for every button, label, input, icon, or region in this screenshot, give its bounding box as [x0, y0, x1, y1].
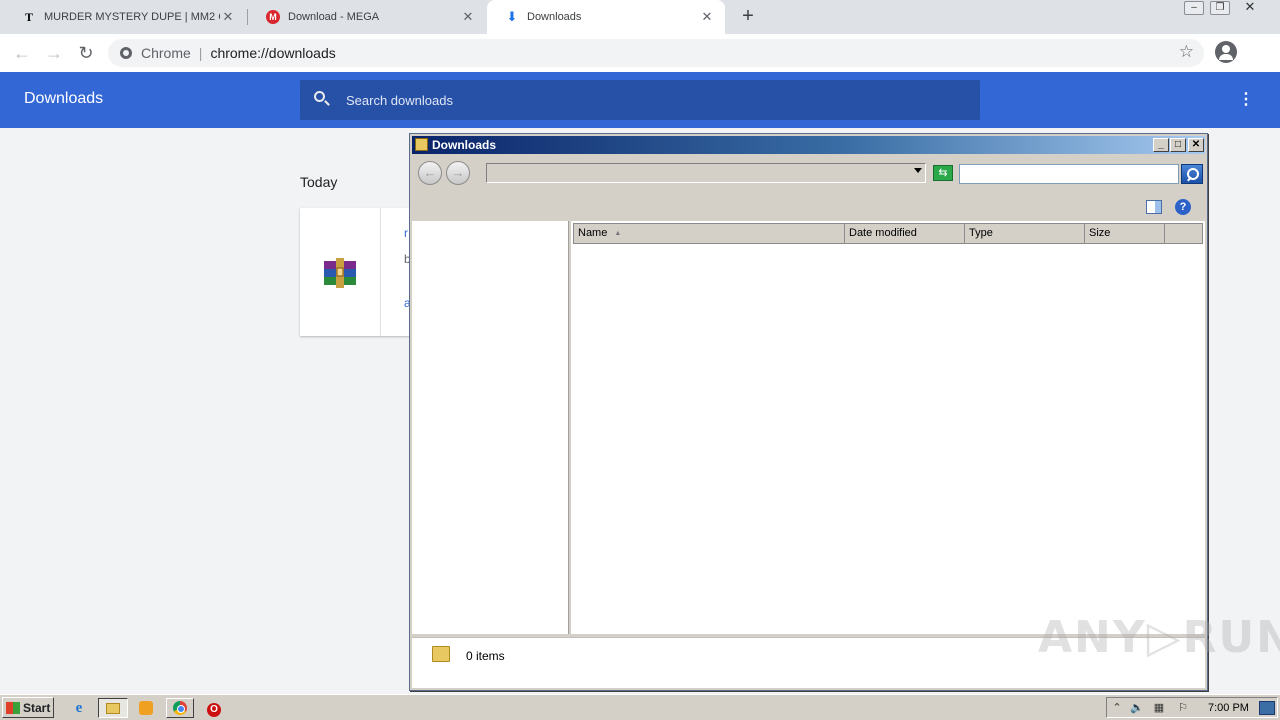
preview-pane-icon[interactable] [1146, 200, 1162, 214]
back-icon[interactable]: ← [418, 161, 442, 185]
column-header-date-modified[interactable]: Date modified [845, 224, 965, 243]
opera-icon[interactable]: O [203, 698, 225, 718]
explorer-title: Downloads [432, 138, 497, 152]
chrome-page-icon [120, 47, 132, 59]
toolbar-edge [1270, 34, 1280, 72]
back-icon[interactable]: ← [9, 40, 35, 66]
action-center-flag-icon[interactable]: ⚐ [1175, 700, 1191, 716]
tab-title: MURDER MYSTERY DUPE | MM2 CHE [44, 11, 220, 23]
start-label: Start [23, 700, 51, 715]
folder-icon [415, 138, 428, 151]
explorer-command-bar: ? [412, 190, 1205, 220]
explorer-nav-bar: ← → ⇆ [412, 155, 1205, 189]
column-label: Date modified [849, 227, 917, 239]
explorer-taskbar-icon[interactable] [98, 698, 128, 718]
tab-murder-mystery[interactable]: T MURDER MYSTERY DUPE | MM2 CHE ✕ [4, 0, 246, 34]
tab-title: Download - MEGA [288, 11, 380, 23]
address-dropdown-icon[interactable] [914, 168, 922, 173]
profile-avatar-icon[interactable] [1215, 41, 1237, 63]
internet-explorer-icon[interactable]: e [68, 698, 90, 718]
network-icon[interactable]: ▦ [1151, 700, 1167, 716]
reload-icon[interactable]: ↻ [73, 40, 99, 66]
windows-logo-icon [6, 701, 20, 714]
close-button[interactable]: ✕ [1188, 138, 1204, 152]
address-bar[interactable]: Chrome | chrome://downloads ☆ [108, 39, 1204, 67]
column-header-size[interactable]: Size [1085, 224, 1165, 243]
explorer-title-bar[interactable]: Downloads _ □ ✕ [412, 136, 1205, 154]
minimize-button[interactable]: _ [1153, 138, 1169, 152]
tab-downloads[interactable]: ⬇ Downloads ✕ [487, 0, 725, 34]
search-box[interactable] [300, 80, 980, 120]
maximize-button[interactable]: □ [1170, 138, 1186, 152]
mega-icon: M [266, 10, 280, 24]
omnibox-divider: | [198, 45, 203, 61]
date-section-label: Today [300, 174, 338, 190]
page-title: Downloads [24, 90, 104, 107]
search-icon[interactable] [314, 91, 325, 102]
column-label: Name [578, 227, 608, 239]
sort-ascending-icon: ▲ [614, 230, 622, 237]
taskbar: Start e O ⌃ 🔈 ▦ ⚐ 7:00 PM [0, 694, 1280, 720]
column-headers: Name ▲ Date modified Type Size [573, 223, 1203, 244]
address-field[interactable] [486, 163, 926, 183]
explorer-window: Downloads _ □ ✕ ← → ⇆ ? Name ▲ Date modif… [409, 133, 1208, 691]
forward-icon[interactable]: → [446, 161, 470, 185]
column-label: Type [969, 227, 993, 239]
volume-icon[interactable]: 🔈 [1129, 700, 1145, 716]
downloads-header: Downloads ⋮ [0, 72, 1280, 128]
search-input[interactable] [959, 164, 1179, 184]
tab-strip: T MURDER MYSTERY DUPE | MM2 CHE ✕ M Down… [0, 0, 1280, 34]
watermark-logo: ANY▷RUN [1038, 612, 1280, 663]
item-count: 0 items [466, 649, 505, 663]
card-divider [380, 208, 381, 336]
close-tab-icon[interactable]: ✕ [460, 9, 476, 25]
clock[interactable]: 7:00 PM [1208, 702, 1249, 714]
column-header-name[interactable]: Name ▲ [574, 224, 845, 243]
more-options-icon[interactable]: ⋮ [1236, 90, 1256, 110]
t-favicon-icon: T [24, 10, 33, 24]
download-item-card: r b a [300, 208, 420, 336]
url-text[interactable]: chrome://downloads [210, 45, 335, 61]
help-icon[interactable]: ? [1175, 199, 1191, 215]
tray-expand-icon[interactable]: ⌃ [1109, 700, 1125, 716]
show-desktop-icon[interactable] [1259, 701, 1275, 715]
close-tab-icon[interactable]: ✕ [220, 9, 236, 25]
start-button[interactable]: Start [2, 697, 54, 718]
restore-window-button[interactable]: ❐ [1210, 1, 1230, 15]
navigation-pane[interactable] [412, 221, 569, 634]
column-header-type[interactable]: Type [965, 224, 1085, 243]
media-player-icon[interactable] [135, 698, 157, 718]
close-window-button[interactable]: ✕ [1240, 0, 1260, 15]
bookmark-star-icon[interactable]: ☆ [1179, 42, 1194, 62]
minimize-window-button[interactable]: – [1184, 1, 1204, 15]
tab-mega[interactable]: M Download - MEGA ✕ [248, 0, 486, 34]
system-tray: ⌃ 🔈 ▦ ⚐ 7:00 PM [1106, 697, 1278, 718]
chrome-taskbar-icon[interactable] [166, 698, 194, 718]
search-input[interactable] [346, 80, 946, 120]
winrar-archive-icon [324, 258, 356, 288]
new-tab-button[interactable]: + [737, 6, 759, 28]
download-icon: ⬇ [506, 9, 518, 24]
file-name-fragment[interactable]: r [404, 226, 408, 240]
column-label: Size [1089, 227, 1111, 239]
browser-toolbar: ← → ↻ Chrome | chrome://downloads ☆ [0, 34, 1280, 72]
site-label: Chrome [141, 45, 191, 61]
refresh-icon[interactable]: ⇆ [933, 165, 953, 181]
close-tab-icon[interactable]: ✕ [699, 9, 715, 25]
file-list[interactable]: Name ▲ Date modified Type Size [571, 221, 1205, 634]
forward-icon[interactable]: → [41, 40, 67, 66]
folder-icon [432, 646, 450, 662]
tab-title: Downloads [527, 11, 582, 23]
column-header-filler [1165, 224, 1202, 243]
search-icon[interactable] [1181, 164, 1203, 184]
